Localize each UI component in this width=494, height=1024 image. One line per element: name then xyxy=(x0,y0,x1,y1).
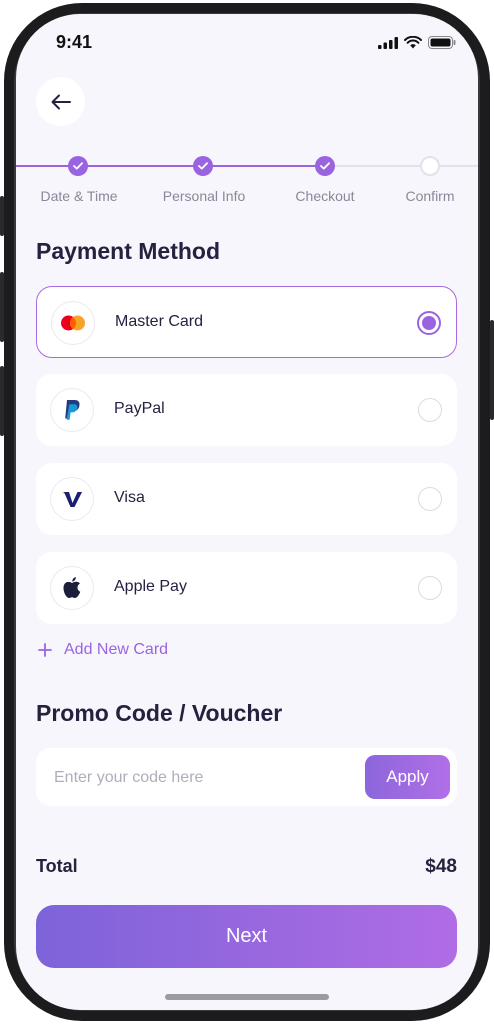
mastercard-icon xyxy=(51,301,95,345)
total-value: $48 xyxy=(425,856,457,877)
step-dot-personal-info xyxy=(193,156,213,176)
payment-option-visa[interactable]: Visa xyxy=(36,463,457,535)
step-label-checkout: Checkout xyxy=(295,188,355,204)
apply-button[interactable]: Apply xyxy=(365,755,450,799)
next-button[interactable]: Next xyxy=(36,905,457,968)
radio-unselected[interactable] xyxy=(418,487,442,511)
radio-unselected[interactable] xyxy=(418,576,442,600)
status-time: 9:41 xyxy=(56,32,93,52)
phone-volume-down xyxy=(0,366,4,436)
wifi-icon xyxy=(404,36,422,49)
step-label-confirm: Confirm xyxy=(405,188,455,204)
phone-silent-switch xyxy=(0,196,4,236)
status-icons xyxy=(378,36,456,49)
payment-option-paypal[interactable]: PayPal xyxy=(36,374,457,446)
plus-icon xyxy=(38,643,52,657)
payment-option-apple-pay[interactable]: Apple Pay xyxy=(36,552,457,624)
arrow-left-icon xyxy=(51,94,71,109)
payment-option-label: Visa xyxy=(114,489,145,506)
promo-code-box: Apply xyxy=(36,748,457,806)
progress-stepper: Date & Time Personal Info Checkout Confi… xyxy=(16,154,478,214)
payment-option-label: PayPal xyxy=(114,400,165,417)
add-new-card-button[interactable]: Add New Card xyxy=(38,641,168,659)
add-new-card-label: Add New Card xyxy=(64,641,169,658)
paypal-icon xyxy=(50,388,94,432)
payment-option-label: Apple Pay xyxy=(114,578,187,595)
status-bar: 9:41 xyxy=(16,14,478,70)
signal-icon xyxy=(378,36,398,49)
promo-code-input[interactable] xyxy=(52,762,356,794)
step-dot-date-time xyxy=(68,156,88,176)
step-label-date-time: Date & Time xyxy=(40,188,118,204)
payment-method-title: Payment Method xyxy=(36,238,221,264)
home-indicator xyxy=(165,994,329,1000)
check-icon xyxy=(320,162,330,170)
stepper-line-pending xyxy=(326,165,478,167)
phone-volume-up xyxy=(0,272,4,342)
total-label: Total xyxy=(36,856,78,876)
visa-icon xyxy=(50,477,94,521)
apple-icon xyxy=(50,566,94,610)
step-dot-confirm xyxy=(420,156,440,176)
step-label-personal-info: Personal Info xyxy=(162,188,246,204)
promo-title: Promo Code / Voucher xyxy=(36,700,283,726)
back-button[interactable] xyxy=(36,77,85,126)
check-icon xyxy=(198,162,208,170)
payment-option-mastercard[interactable]: Master Card xyxy=(36,286,457,358)
radio-selected[interactable] xyxy=(417,311,441,335)
check-icon xyxy=(73,162,83,170)
battery-icon xyxy=(428,36,456,49)
radio-unselected[interactable] xyxy=(418,398,442,422)
phone-power-button xyxy=(490,320,494,420)
screen: 9:41 Date & Time Personal Info Checkout … xyxy=(16,14,478,1010)
stepper-line-complete xyxy=(16,165,326,167)
step-dot-checkout xyxy=(315,156,335,176)
payment-option-label: Master Card xyxy=(115,313,204,330)
